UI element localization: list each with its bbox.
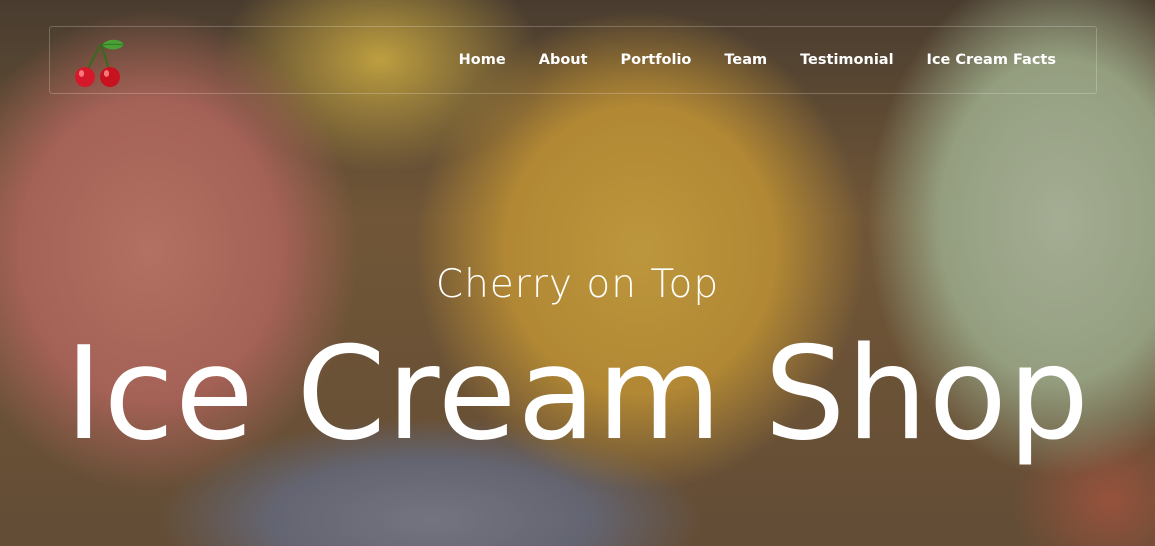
nav-link-ice-cream-facts[interactable]: Ice Cream Facts [927,52,1056,68]
nav-link-about[interactable]: About [539,52,588,68]
nav-link-testimonial[interactable]: Testimonial [800,52,893,68]
hero-section: Home About Portfolio Team Testimonial Ic… [0,0,1155,546]
hero-title: Ice Cream Shop [64,320,1091,469]
hero-subtitle: Cherry on Top [435,262,720,307]
navbar: Home About Portfolio Team Testimonial Ic… [49,26,1097,94]
nav-menu: Home About Portfolio Team Testimonial Ic… [426,27,1056,93]
nav-link-home[interactable]: Home [459,52,506,68]
nav-link-portfolio[interactable]: Portfolio [621,52,692,68]
cherry-logo-icon[interactable] [72,35,126,89]
nav-link-team[interactable]: Team [724,52,767,68]
